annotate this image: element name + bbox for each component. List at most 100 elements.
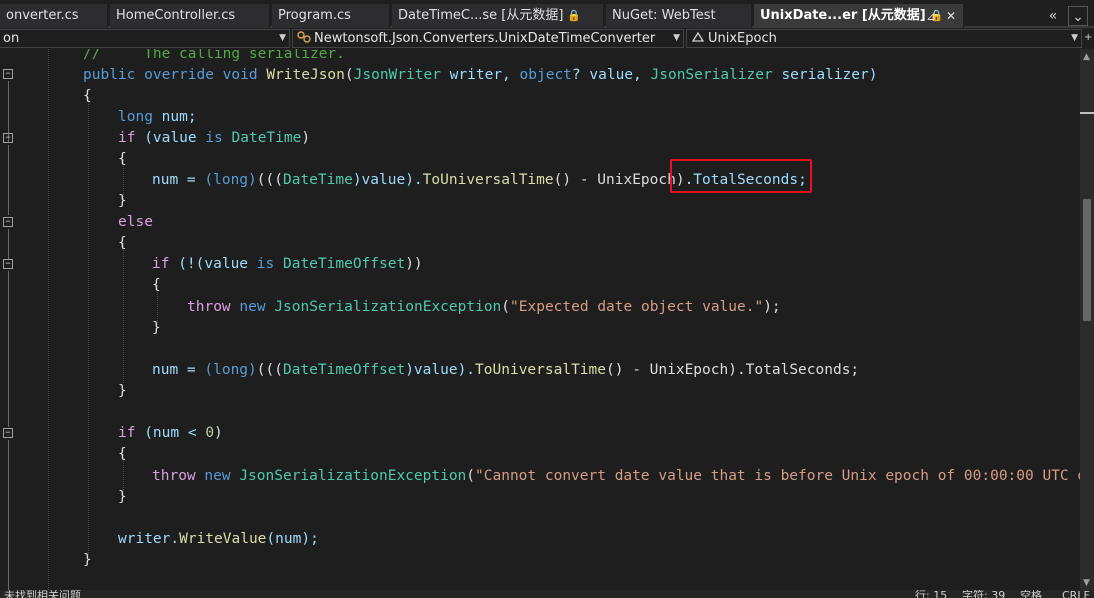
code-line: if (num < 0) [118,423,223,444]
punct: ) [214,425,223,441]
class-icon [297,31,311,43]
identifier: () - UnixEpoch).TotalSeconds; [606,362,860,378]
method-name: ToUniversalTime [422,172,554,188]
tab-label: Program.cs [278,8,351,23]
tab-converter[interactable]: onverter.cs [0,4,108,28]
annotation-highlight-box [670,159,812,193]
type-name: DateTime [231,130,302,146]
method-signature: public override void WriteJson(JsonWrite… [83,65,877,86]
punct: ( [501,299,511,315]
brace: { [118,235,127,251]
type-name: DateTime [282,172,353,188]
param: ? value, [571,67,651,83]
brace: } [118,489,127,505]
line-ending-indicator[interactable]: CRLF [1062,590,1090,598]
punct: ( [344,67,354,83]
issues-status[interactable]: 未找到相关问题 [4,590,81,598]
tab-scroll-left-icon[interactable]: « [1043,6,1063,26]
code-line: if (!(value is DateTimeOffset)) [152,254,423,275]
keyword: (long) [204,362,257,378]
type-name: JsonSerializationException [239,468,467,484]
keyword: (long) [204,172,257,188]
tab-program[interactable]: Program.cs [272,4,390,28]
project-dropdown[interactable]: on ▼ [0,29,290,48]
type-name: DateTimeOffset [282,362,406,378]
param: writer, [440,67,520,83]
type-name: JsonSerializer [650,67,773,83]
brace: } [118,193,127,209]
identifier: num; [161,109,197,125]
keyword: is [205,130,232,146]
method-name: ToUniversalTime [475,362,606,378]
keyword: throw [187,299,240,315]
indent-guide [88,97,89,557]
identifier: (num < [144,425,206,441]
chevron-down-icon: ▼ [673,33,680,43]
type-name: JsonWriter [353,67,441,83]
keyword: new [204,468,240,484]
keyword: long [118,109,162,125]
tab-label: HomeController.cs [116,8,236,23]
scroll-down-icon[interactable]: ▼ [1083,578,1090,588]
type-dropdown[interactable]: Newtonsoft.Json.Converters.UnixDateTimeC… [292,29,684,48]
brace: { [152,277,161,293]
type-name: DateTimeOffset [282,256,406,272]
punct: )) [405,256,423,272]
scroll-thumb[interactable] [1083,199,1091,321]
tab-homecontroller[interactable]: HomeController.cs [110,4,270,28]
tab-list-dropdown-icon[interactable]: ⌄ [1068,6,1088,26]
string-literal: "Cannot convert date value that is befor… [475,468,1080,484]
code-line: throw new JsonSerializationException("Ex… [187,297,781,318]
identifier: (num); [266,531,319,547]
brace: { [83,88,92,104]
param: serializer) [772,67,878,83]
project-dropdown-label: on [3,31,20,46]
brace: } [152,320,161,336]
keyword: if [118,425,145,441]
tab-label: DateTimeC...se [从元数据] [398,8,564,23]
column-indicator: 字符: 39 [962,590,1006,598]
comment-line: // The calling serializer. [83,49,345,62]
code-line: writer.WriteValue(num); [118,529,319,550]
brace: } [83,552,92,568]
code-line: long num; [118,107,197,128]
identifier: (value [144,130,206,146]
tab-label: NuGet: WebTest [612,8,716,23]
code-text: // The calling serializer. public overri… [0,49,1080,590]
identifier: () - UnixEpoch) [553,172,685,188]
brace: { [118,151,127,167]
vertical-scrollbar[interactable]: ▲ ▼ [1080,49,1094,590]
punct: ((( [256,172,283,188]
member-dropdown-label: UnixEpoch [708,31,777,46]
code-line: num = (long)(((DateTimeOffset)value).ToU… [152,360,859,381]
close-icon[interactable]: ✕ [946,4,956,28]
tab-datetimeconverterbase[interactable]: DateTimeC...se [从元数据] 🔒 [392,4,604,28]
identifier: num = [152,172,205,188]
code-editor[interactable]: − − − − − // The calling serializer. pub… [0,49,1080,590]
method-name: WriteJson [266,67,345,83]
pin-icon[interactable]: ⊿ [926,4,936,28]
punct: ( [466,468,476,484]
indent-guide [123,243,124,383]
identifier: writer. [118,531,180,547]
tab-unixdatetimeconverter[interactable]: UnixDate...er [从元数据] 🔒 ⊿ ✕ [754,4,964,28]
punct: ((( [256,362,283,378]
type-name: JsonSerializationException [274,299,502,315]
split-editor-icon[interactable]: + [1084,32,1092,43]
status-bar: 未找到相关问题 行: 15 字符: 39 空格 CRLF [0,590,1094,598]
keyword-else: else [118,214,153,230]
spaces-indicator[interactable]: 空格 [1020,590,1042,598]
tab-label: onverter.cs [6,8,79,23]
member-dropdown[interactable]: UnixEpoch ▼ [686,29,1082,48]
code-line: if (value is DateTime) [118,128,310,149]
keywords: public override void [83,67,267,83]
string-literal: "Expected date object value." [510,299,764,315]
scroll-up-icon[interactable]: ▲ [1083,52,1090,62]
property-icon [691,31,705,42]
keyword: throw [152,468,205,484]
method-name: WriteValue [179,531,267,547]
navigation-bar: on ▼ Newtonsoft.Json.Converters.UnixDate… [0,28,1094,49]
keyword: if [152,256,179,272]
type-dropdown-label: Newtonsoft.Json.Converters.UnixDateTimeC… [314,31,656,46]
tab-nuget-webtest[interactable]: NuGet: WebTest [606,4,752,28]
